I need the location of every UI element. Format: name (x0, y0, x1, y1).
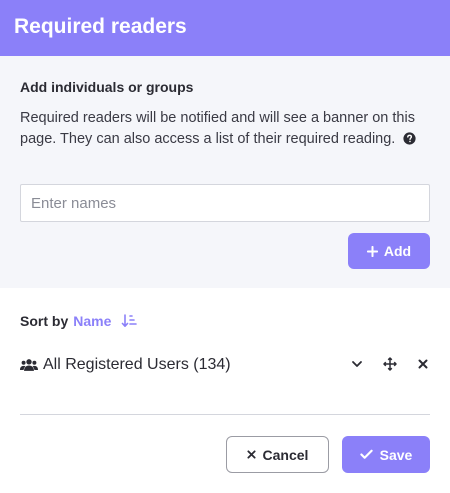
close-icon[interactable] (416, 357, 430, 371)
add-button[interactable]: Add (348, 233, 430, 269)
plus-icon (366, 245, 378, 257)
names-input[interactable] (20, 184, 430, 222)
sort-label: Sort by (20, 313, 69, 329)
dialog-title: Required readers (14, 15, 187, 38)
move-icon[interactable] (383, 357, 397, 371)
divider (20, 414, 430, 415)
users-icon (20, 359, 38, 371)
reader-actions (350, 357, 430, 371)
add-button-label: Add (383, 243, 412, 259)
reader-label: All Registered Users (134) (43, 356, 231, 373)
description-text: Required readers will be notified and wi… (20, 108, 430, 150)
cancel-button-label: Cancel (262, 446, 309, 463)
sort-descending-icon[interactable] (121, 313, 138, 329)
sort-field-link[interactable]: Name (73, 313, 111, 329)
question-circle-icon[interactable] (403, 132, 416, 145)
section-heading: Add individuals or groups (20, 79, 194, 95)
sort-control: Sort by Name (20, 313, 138, 329)
save-button[interactable]: Save (342, 436, 430, 473)
cancel-button[interactable]: Cancel (226, 436, 329, 473)
save-button-label: Save (379, 446, 413, 463)
reader-list-item: All Registered Users (134) (20, 354, 430, 376)
chevron-down-icon[interactable] (350, 357, 364, 371)
close-icon (246, 450, 256, 459)
description-body: Required readers will be notified and wi… (20, 110, 415, 147)
dialog-header: Required readers (0, 0, 450, 56)
check-icon (359, 449, 373, 459)
